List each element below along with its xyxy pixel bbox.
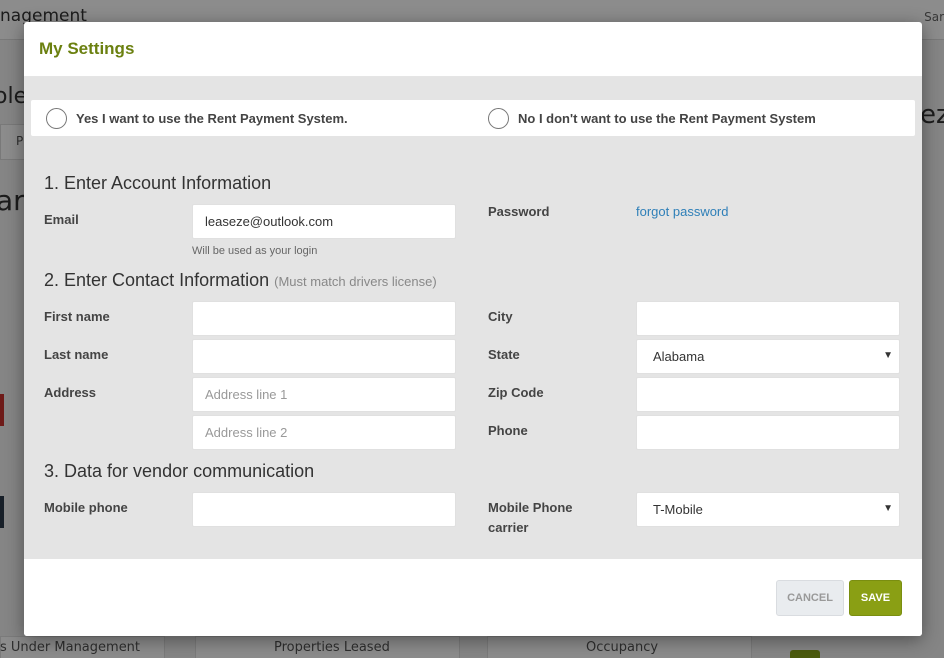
forgot-password-link[interactable]: forgot password <box>636 204 729 219</box>
mobile-phone-field[interactable] <box>192 492 456 527</box>
phone-field[interactable] <box>636 415 900 450</box>
phone-label: Phone <box>488 423 528 438</box>
first-name-field[interactable] <box>192 301 456 336</box>
section-account-heading: 1. Enter Account Information <box>44 173 272 193</box>
address-line2-field[interactable] <box>192 415 456 450</box>
zip-label: Zip Code <box>488 385 544 400</box>
radio-option-yes[interactable]: Yes I want to use the Rent Payment Syste… <box>46 100 348 136</box>
dropdown-caret-icon: ▼ <box>883 350 893 361</box>
state-value: Alabama <box>653 349 705 364</box>
email-field[interactable] <box>192 204 456 239</box>
last-name-field[interactable] <box>192 339 456 374</box>
save-button[interactable]: SAVE <box>849 580 902 616</box>
rent-payment-choice: Yes I want to use the Rent Payment Syste… <box>31 100 915 136</box>
radio-circle-icon[interactable] <box>46 107 67 129</box>
cancel-button[interactable]: CANCEL <box>776 580 844 616</box>
state-select[interactable]: Alabama ▼ <box>636 339 900 374</box>
address-line1-field[interactable] <box>192 377 456 412</box>
section-vendor-heading: 3. Data for vendor communication <box>44 461 315 481</box>
modal-body: Yes I want to use the Rent Payment Syste… <box>24 77 922 559</box>
last-name-label: Last name <box>44 347 109 362</box>
city-label: City <box>488 309 513 324</box>
radio-circle-icon[interactable] <box>488 107 509 129</box>
section-contact-title: 2. Enter Contact Information <box>44 270 270 290</box>
settings-modal: My Settings Yes I want to use the Rent P… <box>24 22 922 636</box>
modal-footer: CANCEL SAVE <box>24 559 922 636</box>
mobile-phone-label: Mobile phone <box>44 500 128 515</box>
carrier-value: T-Mobile <box>653 502 703 517</box>
carrier-select[interactable]: T-Mobile ▼ <box>636 492 900 527</box>
state-label: State <box>488 347 520 362</box>
modal-header: My Settings <box>24 22 922 77</box>
zip-field[interactable] <box>636 377 900 412</box>
email-hint: Will be used as your login <box>192 245 318 257</box>
section-contact-heading: 2. Enter Contact Information (Must match… <box>44 270 437 291</box>
city-field[interactable] <box>636 301 900 336</box>
modal-title: My Settings <box>39 39 135 58</box>
radio-no-label: No I don't want to use the Rent Payment … <box>518 110 816 126</box>
radio-option-no[interactable]: No I don't want to use the Rent Payment … <box>488 100 816 136</box>
carrier-label-line2: carrier <box>488 520 529 535</box>
first-name-label: First name <box>44 309 110 324</box>
carrier-label-line1: Mobile Phone <box>488 500 573 515</box>
radio-yes-label: Yes I want to use the Rent Payment Syste… <box>76 110 348 126</box>
password-label: Password <box>488 204 550 219</box>
dropdown-caret-icon: ▼ <box>883 503 893 514</box>
email-label: Email <box>44 212 79 227</box>
address-label: Address <box>44 385 97 400</box>
carrier-label: Mobile Phone carrier <box>488 498 573 538</box>
section-contact-note: (Must match drivers license) <box>274 274 437 289</box>
